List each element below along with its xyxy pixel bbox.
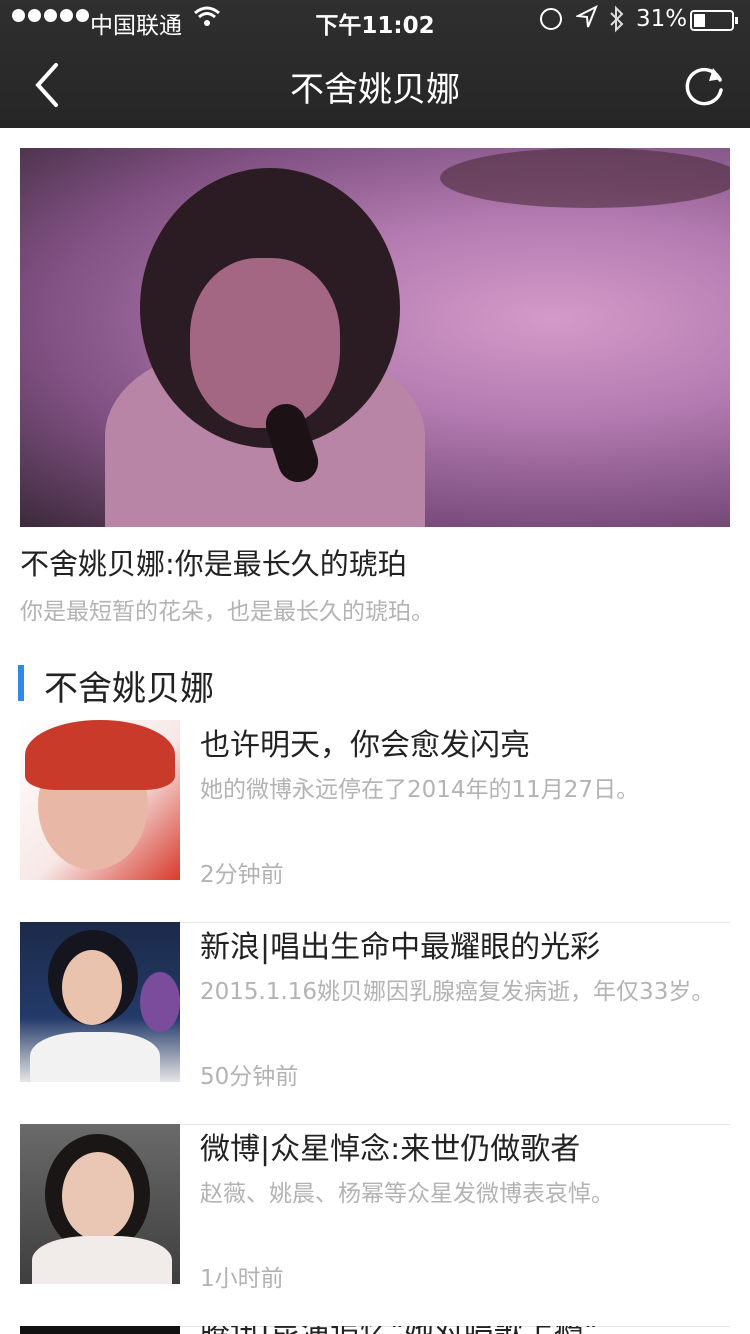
list-item[interactable]: 腾讯|昆演追忆"她对唱歌上瘾" <box>20 1326 730 1334</box>
article-title: 新浪|唱出生命中最耀眼的光彩 <box>200 930 601 965</box>
refresh-icon <box>685 67 723 106</box>
article-time: 1小时前 <box>200 1266 284 1292</box>
article-summary: 她的微博永远停在了2014年的11月27日。 <box>200 777 640 803</box>
article-thumbnail <box>20 720 180 880</box>
article-time: 2分钟前 <box>200 862 284 888</box>
rotation-lock-icon <box>540 8 562 30</box>
article-time: 50分钟前 <box>200 1064 299 1090</box>
list-item[interactable]: 微博|众星悼念:来世仍做歌者 赵薇、姚晨、杨幂等众星发微博表哀悼。 1小时前 <box>20 1124 730 1327</box>
status-bar: 中国联通 下午11:02 31% <box>0 0 750 42</box>
list-item[interactable]: 也许明天，你会愈发闪亮 她的微博永远停在了2014年的11月27日。 2分钟前 <box>20 720 730 923</box>
section-title: 不舍姚贝娜 <box>44 669 214 709</box>
battery-icon <box>690 10 738 31</box>
bluetooth-icon <box>608 5 626 39</box>
list-item[interactable]: 新浪|唱出生命中最耀眼的光彩 2015.1.16姚贝娜因乳腺癌复发病逝，年仅33… <box>20 922 730 1125</box>
article-thumbnail <box>20 1124 180 1284</box>
top-bar: 中国联通 下午11:02 31% 不舍姚贝娜 <box>0 0 750 128</box>
feature-image[interactable] <box>20 148 730 527</box>
feature-subtitle: 你是最短暂的花朵，也是最长久的琥珀。 <box>20 599 434 625</box>
article-title: 也许明天，你会愈发闪亮 <box>200 728 530 763</box>
refresh-button[interactable] <box>682 62 728 108</box>
article-thumbnail <box>20 1326 180 1334</box>
section-accent-bar <box>18 665 24 701</box>
article-title: 微博|众星悼念:来世仍做歌者 <box>200 1132 581 1167</box>
article-title: 腾讯|昆演追忆"她对唱歌上瘾" <box>200 1326 598 1334</box>
location-arrow-icon <box>574 4 598 35</box>
article-thumbnail <box>20 922 180 1082</box>
article-summary: 赵薇、姚晨、杨幂等众星发微博表哀悼。 <box>200 1181 614 1207</box>
feature-title[interactable]: 不舍姚贝娜:你是最长久的琥珀 <box>20 541 407 583</box>
battery-percent: 31% <box>636 6 688 32</box>
page-title: 不舍姚贝娜 <box>290 70 460 110</box>
article-summary: 2015.1.16姚贝娜因乳腺癌复发病逝，年仅33岁。 <box>200 979 715 1005</box>
